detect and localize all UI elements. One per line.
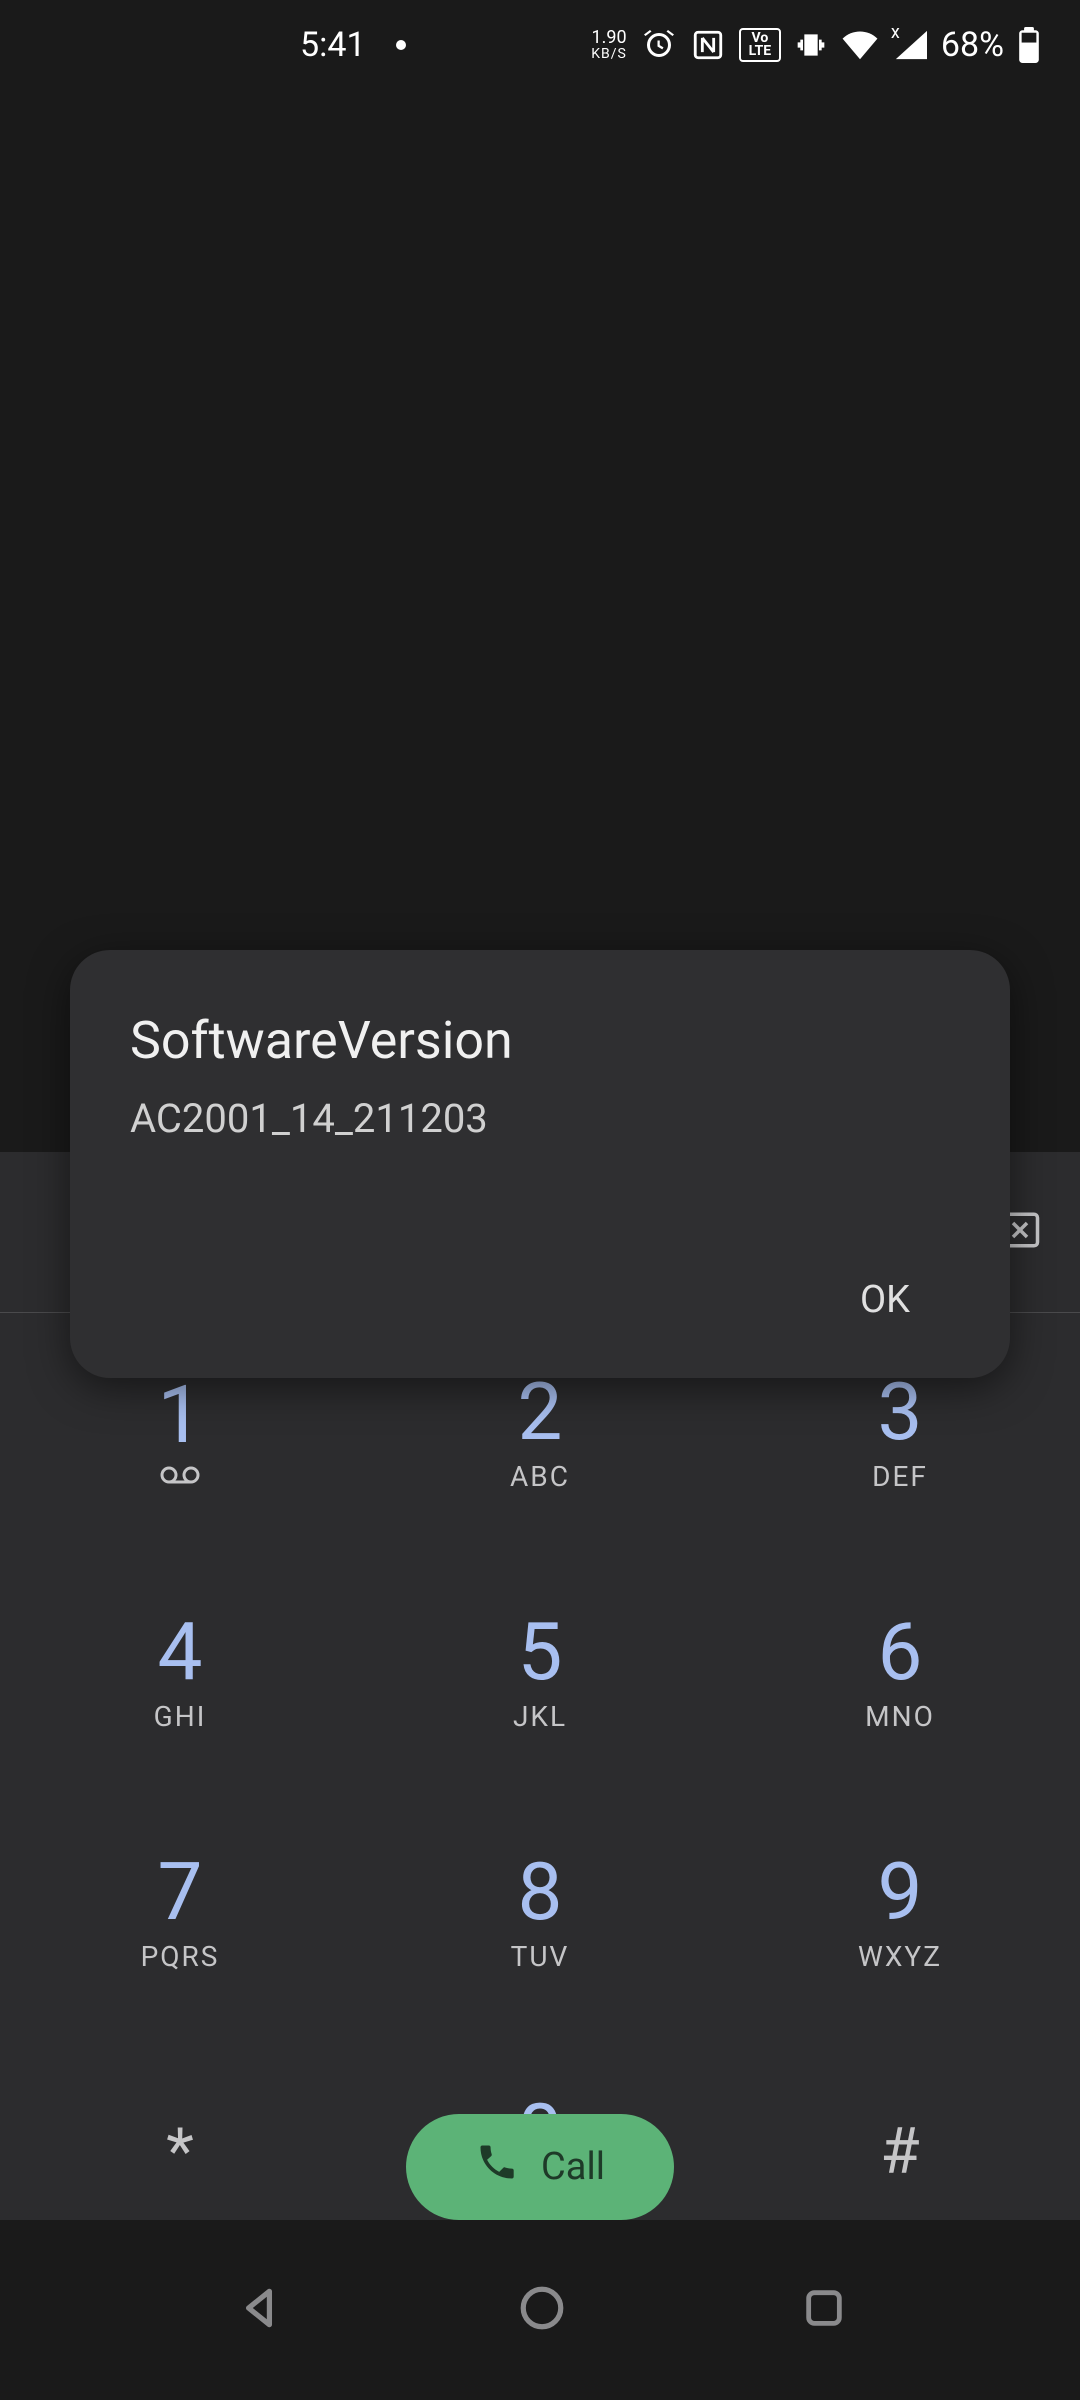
alarm-icon (641, 27, 677, 63)
dialog-message: AC2001_14_211203 (130, 1095, 950, 1142)
data-rate-value: 1.90 (591, 29, 627, 47)
keypad-6[interactable]: 6 MNO (720, 1572, 1080, 1772)
dialog-title: SoftwareVersion (130, 1010, 950, 1071)
dialog-ok-button[interactable]: OK (820, 1262, 950, 1338)
keypad-4[interactable]: 4 GHI (0, 1572, 360, 1772)
status-bar: 5:41 1.90 KB/S Vo LTE x 68% (0, 0, 1080, 90)
keypad-9[interactable]: 9 WXYZ (720, 1812, 1080, 2012)
phone-icon (475, 2140, 519, 2194)
volte-icon: Vo LTE (739, 28, 781, 62)
wifi-icon (841, 30, 879, 60)
nav-home-button[interactable] (517, 2283, 567, 2337)
keypad-8[interactable]: 8 TUV (360, 1812, 720, 2012)
call-button[interactable]: Call (406, 2114, 674, 2220)
notification-dot-icon (396, 40, 406, 50)
cellular-signal-icon: x (893, 30, 927, 60)
voicemail-icon (160, 1465, 200, 1489)
battery-icon (1018, 27, 1040, 63)
keypad-7[interactable]: 7 PQRS (0, 1812, 360, 2012)
nav-back-button[interactable] (234, 2283, 284, 2337)
keypad-5[interactable]: 5 JKL (360, 1572, 720, 1772)
call-button-label: Call (541, 2145, 605, 2189)
status-time: 5:41 (300, 25, 366, 65)
vibrate-icon (795, 29, 827, 61)
volte-bottom: LTE (749, 45, 772, 58)
software-version-dialog: SoftwareVersion AC2001_14_211203 OK (70, 950, 1010, 1378)
data-rate-unit: KB/S (591, 47, 627, 61)
nfc-icon (691, 28, 725, 62)
data-rate-indicator: 1.90 KB/S (591, 29, 627, 61)
battery-percent: 68% (941, 25, 1004, 65)
nav-recent-button[interactable] (801, 2285, 847, 2335)
navigation-bar (0, 2220, 1080, 2400)
